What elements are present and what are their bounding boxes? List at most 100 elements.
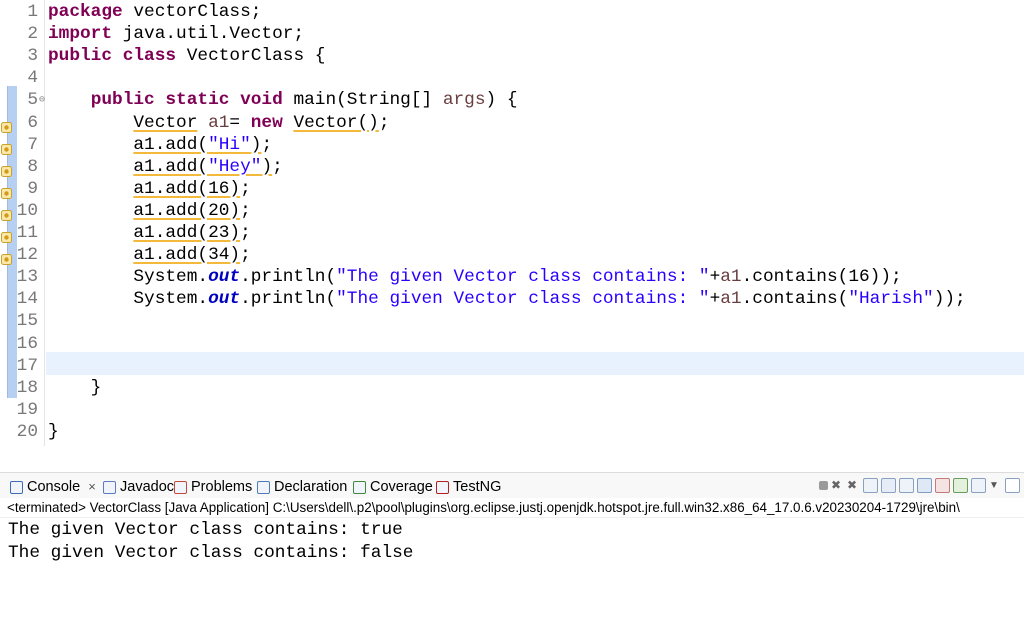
testng-icon [436,480,449,494]
javadoc-icon [103,480,116,494]
warning-marker-icon[interactable] [1,250,12,266]
tab-label: Javadoc [120,479,175,495]
pin-console-icon[interactable] [953,478,968,493]
code-line-1[interactable]: 1 package vectorClass; [0,1,1024,23]
code-line-7[interactable]: 7 a1.add("Hi"); [0,134,1024,156]
word-wrap-icon[interactable] [899,478,914,493]
tab-console[interactable]: Console × [10,477,96,497]
open-console-icon[interactable] [1005,478,1020,493]
tab-label: Problems [191,479,253,495]
code-line-8[interactable]: 8 a1.add("Hey"); [0,156,1024,178]
code-line-3[interactable]: 3 public class VectorClass { [0,45,1024,67]
display-console-icon[interactable] [971,478,986,493]
java-editor[interactable]: 1 package vectorClass; 2 import java.util.V… [0,0,1024,446]
code-line-12[interactable]: 12 a1.add(34); [0,244,1024,266]
code-line-5[interactable]: 5 ⊖ public static void main(String[] args… [0,89,1024,111]
console-output-line: The given Vector class contains: false [8,542,414,563]
tab-label: TestNG [453,479,502,495]
line-number: 9 [27,178,38,199]
close-icon[interactable]: × [88,477,96,497]
code-line-2[interactable]: 2 import java.util.Vector; [0,23,1024,45]
line-number: 11 [16,223,38,243]
code-text: import java.util.Vector; [48,24,305,45]
console-launch-description: <terminated> VectorClass [Java Applicati… [0,498,1024,518]
line-number: 20 [16,421,38,442]
code-line-19[interactable]: 19 [0,399,1024,421]
problems-icon [174,480,187,494]
code-text: } [48,421,59,442]
remove-launch-icon[interactable]: ✖ [831,479,844,492]
line-number: 2 [27,24,38,45]
scroll-lock-icon[interactable] [881,478,896,493]
code-line-14[interactable]: 14 System.out.println("The given Vector … [0,288,1024,310]
fold-toggle-icon[interactable]: ⊖ [39,90,45,112]
code-text: a1.add(34); [133,245,251,266]
show-on-error-icon[interactable] [935,478,950,493]
code-line-10[interactable]: 10 a1.add(20); [0,200,1024,222]
warning-marker-icon[interactable] [1,118,12,133]
code-text: a1.add(20); [133,200,251,221]
console-toolbar: ✖ ✖ ▼ [819,478,1020,493]
code-text: a1.add(16); [133,178,251,199]
code-text: Vector a1= new Vector(); [133,112,390,133]
code-line-17[interactable]: 17 [0,355,1024,377]
tab-testng[interactable]: TestNG [436,477,501,497]
tab-label: Console [27,479,81,495]
tab-javadoc[interactable]: Javadoc [103,477,174,497]
code-text: a1.add(23); [133,223,251,243]
tab-declaration[interactable]: Declaration [257,477,347,497]
remove-all-icon[interactable]: ✖ [847,479,860,492]
line-number: 14 [16,289,38,310]
view-menu-icon[interactable]: ▼ [989,479,1002,492]
code-line-15[interactable]: 15 [0,310,1024,332]
tab-label: Declaration [274,479,348,495]
line-number: 8 [27,156,38,177]
code-line-18[interactable]: 18 } [0,377,1024,399]
line-number: 18 [16,377,38,398]
code-text: } [48,377,102,398]
tab-problems[interactable]: Problems [174,477,252,497]
tab-label: Coverage [370,479,433,495]
warning-marker-icon[interactable] [1,184,12,199]
line-number: 10 [16,200,38,221]
line-number: 6 [27,112,38,133]
line-number: 3 [27,46,38,67]
code-line-9[interactable]: 9 a1.add(16); [0,178,1024,200]
line-number: 7 [27,134,38,155]
code-text: a1.add("Hi"); [133,134,273,155]
console-icon [10,480,23,494]
line-number: 19 [16,399,38,420]
console-output-line: The given Vector class contains: true [8,520,403,540]
warning-marker-icon[interactable] [1,162,12,177]
line-number: 13 [16,267,38,288]
line-number: 1 [27,2,38,22]
code-line-11[interactable]: 11 a1.add(23); [0,222,1024,244]
code-text: package vectorClass; [48,2,262,22]
code-line-6[interactable]: 6 Vector a1= new Vector(); [0,112,1024,134]
line-number: 4 [27,68,38,89]
code-line-4[interactable]: 4 [0,67,1024,89]
code-line-13[interactable]: 13 System.out.println("The given Vector … [0,266,1024,288]
code-text: System.out.println("The given Vector cla… [48,267,902,288]
tab-coverage[interactable]: Coverage [353,477,433,497]
code-line-20[interactable]: 20} [0,421,1024,443]
warning-marker-icon[interactable] [1,228,12,243]
warning-marker-icon[interactable] [1,206,12,221]
declaration-icon [257,480,270,494]
line-number: 16 [16,333,38,354]
code-text: System.out.println("The given Vector cla… [48,289,966,310]
clear-console-icon[interactable] [863,478,878,493]
terminate-icon[interactable] [819,481,828,490]
line-number: 12 [16,245,38,266]
warning-marker-icon[interactable] [1,140,12,155]
show-on-output-icon[interactable] [917,478,932,493]
line-number: 17 [16,355,38,376]
line-number: 5 [27,90,38,111]
view-tab-bar: Console × Javadoc Problems Declaration Covera… [0,472,1024,499]
code-line-16[interactable]: 16 [0,333,1024,355]
code-text: public class VectorClass { [48,46,326,67]
code-text: public static void main(String[] args) { [90,90,518,111]
coverage-icon [353,480,366,494]
line-number: 15 [16,311,38,332]
code-text: a1.add("Hey"); [133,156,283,177]
